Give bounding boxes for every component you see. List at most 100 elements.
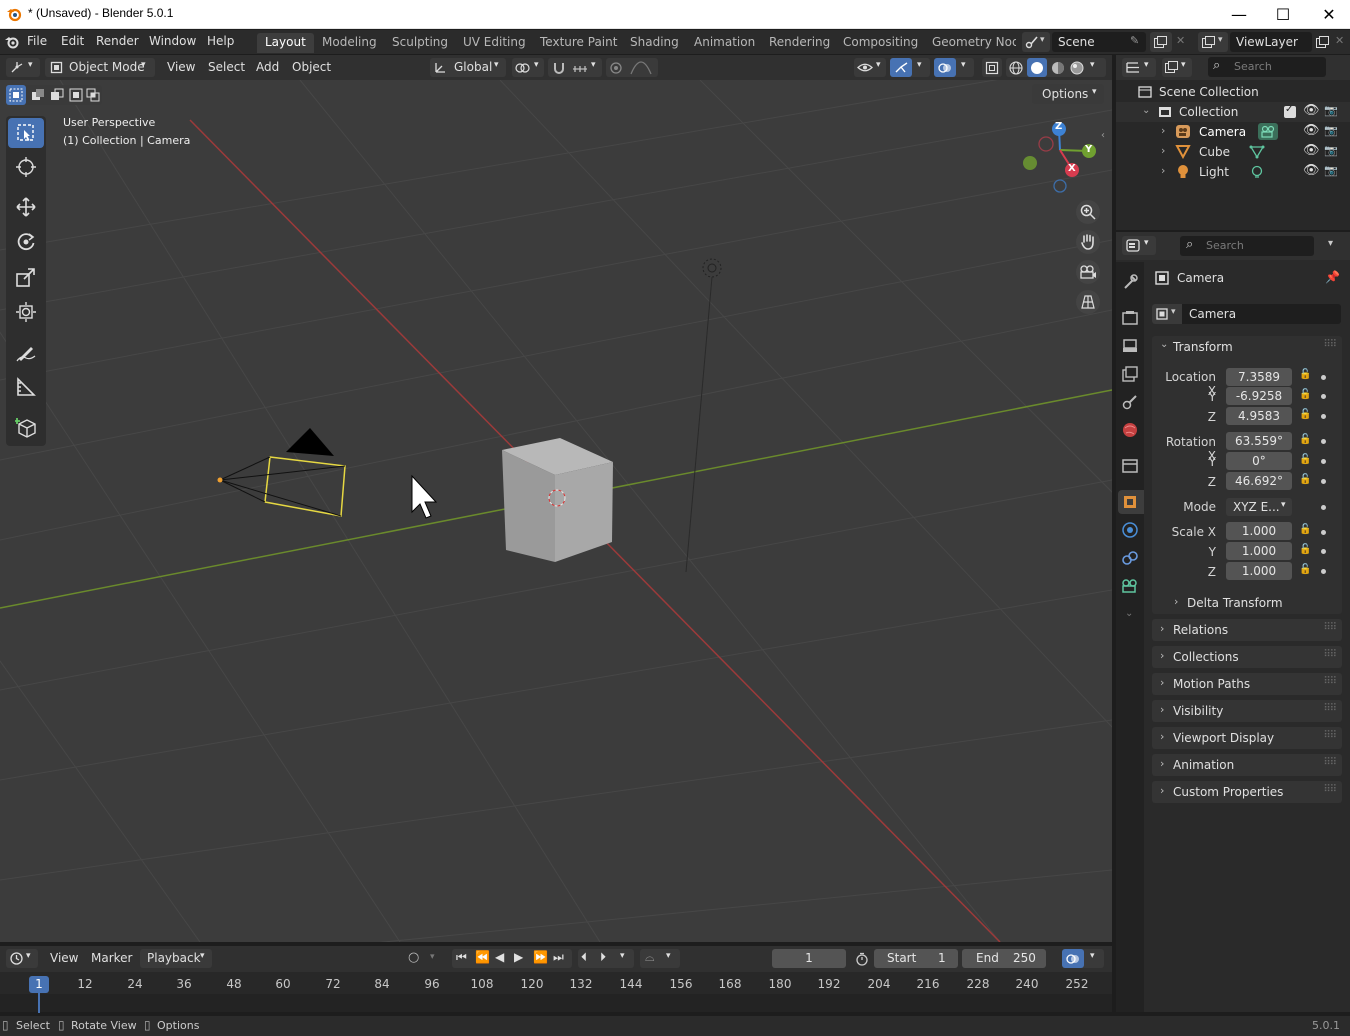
keyframe-dot-icon[interactable] (1321, 505, 1326, 510)
view-layer-tab-icon[interactable] (1120, 364, 1140, 384)
workspace-tab-uv-editing[interactable]: UV Editing (455, 33, 534, 53)
scale-y-field[interactable]: 1.000 (1226, 542, 1292, 560)
render-camera-icon[interactable]: 📷 (1324, 164, 1338, 177)
drag-grip-icon[interactable]: ⠿⠿ (1323, 703, 1337, 714)
lock-icon[interactable]: 🔓 (1299, 544, 1311, 556)
mesh-data-icon[interactable] (1249, 145, 1265, 159)
jump-to-keyframe-forward-icon[interactable]: ⏩ (533, 950, 548, 964)
drag-grip-icon[interactable]: ⠿⠿ (1323, 757, 1337, 768)
rotation-y-field[interactable]: 0° (1226, 452, 1292, 470)
viewport-menu-view[interactable]: View (167, 60, 195, 74)
start-frame-field[interactable]: Start 1 (874, 949, 958, 968)
timeline-menu-view[interactable]: View (50, 951, 78, 965)
play-icon[interactable]: ▶ (514, 950, 523, 964)
workspace-tab-rendering[interactable]: Rendering (761, 33, 838, 53)
camera-data-button[interactable] (1258, 123, 1278, 140)
location-z-field[interactable]: 4.9583 (1226, 407, 1292, 425)
timeline-playhead[interactable]: 1 (29, 976, 49, 993)
keyframe-dot-icon[interactable] (1321, 414, 1326, 419)
keyframe-dot-icon[interactable] (1321, 375, 1326, 380)
viewport-menu-select[interactable]: Select (208, 60, 245, 74)
end-frame-field[interactable]: End 250 (962, 949, 1046, 968)
rotation-z-field[interactable]: 46.692° (1226, 472, 1292, 490)
lock-icon[interactable]: 🔓 (1299, 409, 1311, 421)
blender-menu-icon[interactable] (4, 34, 20, 50)
expand-chevron-icon[interactable]: › (1161, 144, 1165, 157)
select-extend-icon[interactable] (31, 88, 45, 102)
render-camera-icon[interactable]: 📷 (1324, 144, 1338, 157)
custom-properties-panel-header[interactable]: › Custom Properties ⠿⠿ (1152, 781, 1342, 803)
rotate-tool[interactable] (8, 227, 44, 257)
workspace-tab-layout[interactable]: Layout (257, 33, 314, 53)
world-tab-icon[interactable] (1120, 420, 1140, 440)
solid-shading-button[interactable] (1027, 58, 1047, 77)
jump-to-end-icon[interactable]: ⏭ (553, 950, 564, 965)
constraints-tab-icon[interactable] (1120, 548, 1140, 568)
camera-view-button[interactable] (1076, 260, 1100, 284)
viewport-menu-add[interactable]: Add (256, 60, 279, 74)
current-frame-field[interactable]: 1 (772, 949, 846, 968)
lock-icon[interactable]: 🔓 (1299, 389, 1311, 401)
timeline-menu-marker[interactable]: Marker (91, 951, 132, 965)
transform-tool[interactable] (8, 297, 44, 327)
light-data-icon[interactable] (1250, 165, 1264, 179)
proportional-editing-controls[interactable] (606, 58, 658, 77)
menu-help[interactable]: Help (207, 34, 234, 48)
transform-panel-header[interactable]: ⌄ Transform ⠿⠿ (1152, 336, 1342, 358)
toggle-projection-button[interactable] (1076, 290, 1100, 314)
menu-file[interactable]: File (27, 34, 47, 48)
viewport-menu-object[interactable]: Object (292, 60, 331, 74)
keyframe-dot-icon[interactable] (1321, 549, 1326, 554)
keyframe-dot-icon[interactable] (1321, 459, 1326, 464)
3d-viewport[interactable]: Z Y X User Perspective (1) Collection | … (0, 80, 1112, 942)
outliner-row-cube[interactable]: › Cube 👁 📷 (1116, 142, 1350, 162)
playback-dropdown[interactable]: Playback ▾ (140, 949, 212, 968)
scale-z-field[interactable]: 1.000 (1226, 562, 1292, 580)
rotation-x-field[interactable]: 63.559° (1226, 432, 1292, 450)
lock-icon[interactable]: 🔓 (1299, 454, 1311, 466)
camera-object[interactable] (217, 428, 346, 517)
timeline-track[interactable] (0, 972, 1112, 1012)
wireframe-shading-icon[interactable] (1009, 61, 1023, 75)
navigation-gizmo[interactable] (1023, 122, 1096, 193)
delete-scene-icon[interactable]: ✕ (1176, 34, 1185, 47)
location-x-field[interactable]: 7.3589 (1226, 368, 1292, 386)
drag-grip-icon[interactable]: ⠿⠿ (1323, 676, 1337, 687)
eye-icon[interactable]: 👁 (1303, 103, 1320, 118)
exclude-checkbox[interactable]: ✓ (1284, 104, 1296, 118)
cube-object[interactable] (502, 438, 613, 562)
pivot-point-dropdown[interactable]: ▾ (512, 58, 544, 77)
select-invert-icon[interactable] (69, 88, 83, 102)
tool-tab-icon[interactable] (1120, 272, 1140, 292)
location-y-field[interactable]: -6.9258 (1226, 387, 1292, 405)
tabs-more-chevron-icon[interactable]: ⌄ (1125, 608, 1133, 619)
cursor-tool[interactable] (8, 152, 44, 182)
properties-editor-type-button[interactable]: ▾ (1122, 236, 1156, 255)
animation-panel-header[interactable]: › Animation ⠿⠿ (1152, 754, 1342, 776)
selection-mode-buttons[interactable] (6, 85, 102, 105)
jump-to-start-icon[interactable]: ⏮ (456, 950, 467, 965)
expand-chevron-icon[interactable]: ⌄ (1142, 105, 1150, 116)
outliner-search-field[interactable]: ⌕ Search (1208, 57, 1326, 77)
keyframe-dot-icon[interactable] (1321, 394, 1326, 399)
rendered-shading-icon[interactable] (1070, 61, 1084, 75)
mode-dropdown[interactable]: Object Mode ▾ (45, 58, 155, 77)
scale-tool[interactable] (8, 262, 44, 292)
workspace-tab-sculpting[interactable]: Sculpting (384, 33, 456, 53)
workspace-tab-texture-paint[interactable]: Texture Paint (532, 33, 625, 53)
visibility-selectability-button[interactable]: ▾ (854, 58, 886, 77)
prev-keyframe-icon[interactable]: ⏴ (581, 950, 587, 965)
timeline-view-options[interactable]: ▾ (1062, 949, 1104, 968)
workspace-tab-geometry-nodes[interactable]: Geometry Nod (924, 33, 1016, 53)
record-icon[interactable]: ○ (408, 950, 419, 965)
snapping-controls[interactable]: ▾ (548, 58, 602, 77)
properties-search-field[interactable]: ⌕ Search (1180, 236, 1314, 256)
chevron-down-icon[interactable]: ▾ (1328, 238, 1333, 249)
menu-render[interactable]: Render (96, 34, 139, 48)
lock-icon[interactable]: 🔓 (1299, 434, 1311, 446)
pin-icon[interactable]: 📌 (1325, 270, 1340, 284)
interpolation-dropdown[interactable]: ⌓ ▾ (640, 949, 680, 968)
outliner-row-collection[interactable]: ⌄ Collection ✓ 👁 📷 (1116, 102, 1350, 122)
lock-icon[interactable]: 🔓 (1299, 524, 1311, 536)
workspace-tab-shading[interactable]: Shading (622, 33, 687, 53)
